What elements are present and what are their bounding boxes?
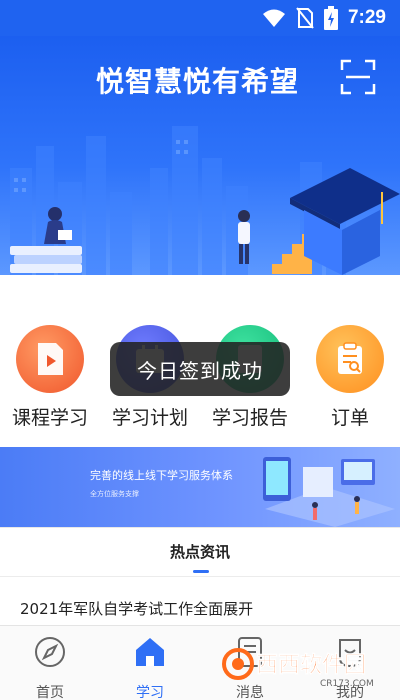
- category-label: 学习计划: [111, 407, 188, 429]
- hero-banner: 悦智慧悦有希望: [0, 36, 400, 275]
- status-bar: 7:29: [0, 0, 400, 36]
- nav-item-home[interactable]: 首页: [0, 634, 100, 700]
- home-icon: [136, 638, 164, 666]
- category-label: 课程学习: [11, 407, 88, 429]
- banner-illustration: [10, 126, 400, 275]
- svg-text:CR173.COM: CR173.COM: [320, 679, 374, 689]
- order-clipboard-icon: [316, 325, 384, 393]
- section-title-hot-news[interactable]: 热点资讯: [0, 541, 400, 562]
- status-icons: 7:29: [262, 6, 386, 30]
- wifi-icon: [262, 9, 285, 27]
- banner-title: 悦智慧悦有希望: [96, 65, 300, 98]
- checkin-toast: 今日签到成功: [110, 342, 290, 396]
- nav-label: 学习: [136, 685, 164, 700]
- category-orders[interactable]: 订单: [300, 325, 400, 430]
- promo-banner[interactable]: 完善的线上线下学习服务体系 全方位服务支撑: [0, 447, 400, 527]
- promo-subtitle: 全方位服务支撑: [90, 490, 139, 498]
- watermark-logo: 西西软件园 CR173.COM: [222, 648, 374, 689]
- news-divider: [0, 576, 400, 577]
- category-label: 订单: [330, 407, 369, 429]
- svg-text:西西软件园: 西西软件园: [256, 652, 366, 678]
- news-item[interactable]: 2021年军队自学考试工作全面展开: [20, 598, 253, 619]
- compass-icon: [35, 637, 65, 667]
- main-content: 课程学习 学习计划 学习报告 订单 今日签到成功 完善的线上线下学习服务体系 全…: [0, 275, 400, 625]
- promo-title: 完善的线上线下学习服务体系: [90, 469, 233, 482]
- no-sim-icon: [296, 7, 314, 29]
- category-label: 学习报告: [211, 407, 288, 429]
- video-file-icon: [16, 325, 84, 393]
- nav-label: 首页: [36, 685, 64, 700]
- nav-item-study[interactable]: 学习: [100, 634, 200, 700]
- battery-charging-icon: [323, 6, 338, 30]
- scan-icon[interactable]: [340, 59, 376, 95]
- category-course-study[interactable]: 课程学习: [0, 325, 100, 430]
- status-time: 7:29: [347, 7, 386, 28]
- section-divider: [0, 527, 400, 528]
- promo-illustration: [263, 457, 395, 527]
- section-underline: [193, 570, 209, 573]
